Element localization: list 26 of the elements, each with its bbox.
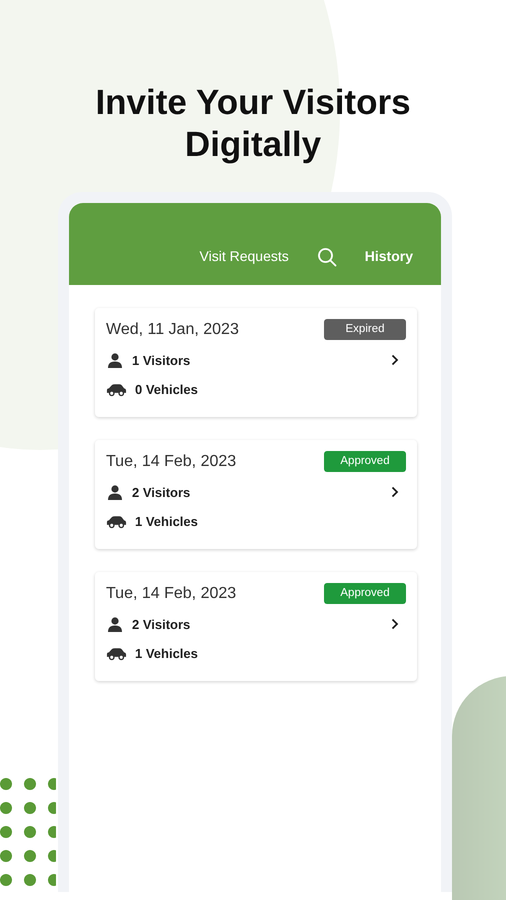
- car-icon: [106, 514, 127, 529]
- visitor-count: 2 Visitors: [132, 616, 190, 634]
- headline: Invite Your Visitors Digitally: [94, 82, 412, 166]
- status-label: Approved: [324, 451, 406, 472]
- car-icon: [106, 382, 127, 397]
- visit-card[interactable]: Tue, 14 Feb, 2023 2 Visitors 1 Vehicles Approved: [95, 440, 417, 549]
- visit-date: Tue, 14 Feb, 2023: [106, 584, 236, 604]
- visit-card[interactable]: Tue, 14 Feb, 2023 2 Visitors 1 Vehicles Approved: [95, 572, 417, 681]
- person-icon: [106, 485, 124, 500]
- chevron-right-icon: [391, 618, 399, 630]
- status-label: Expired: [324, 319, 406, 340]
- visit-date: Tue, 14 Feb, 2023: [106, 452, 236, 472]
- vehicle-count: 0 Vehicles: [135, 380, 198, 398]
- visitor-count: 1 Visitors: [132, 352, 190, 370]
- chevron-right-icon: [391, 354, 399, 366]
- car-icon: [106, 646, 127, 661]
- visit-date: Wed, 11 Jan, 2023: [106, 320, 239, 340]
- status-label: Approved: [324, 583, 406, 604]
- vehicle-count: 1 Vehicles: [135, 512, 198, 530]
- chevron-right-icon: [391, 486, 399, 498]
- person-icon: [106, 617, 124, 632]
- visit-card[interactable]: Wed, 11 Jan, 2023 1 Visitors 0 Vehicles Expired: [95, 308, 417, 417]
- visitor-count: 2 Visitors: [132, 484, 190, 502]
- search-icon[interactable]: [316, 247, 337, 267]
- person-icon: [106, 353, 124, 368]
- vehicle-count: 1 Vehicles: [135, 644, 198, 662]
